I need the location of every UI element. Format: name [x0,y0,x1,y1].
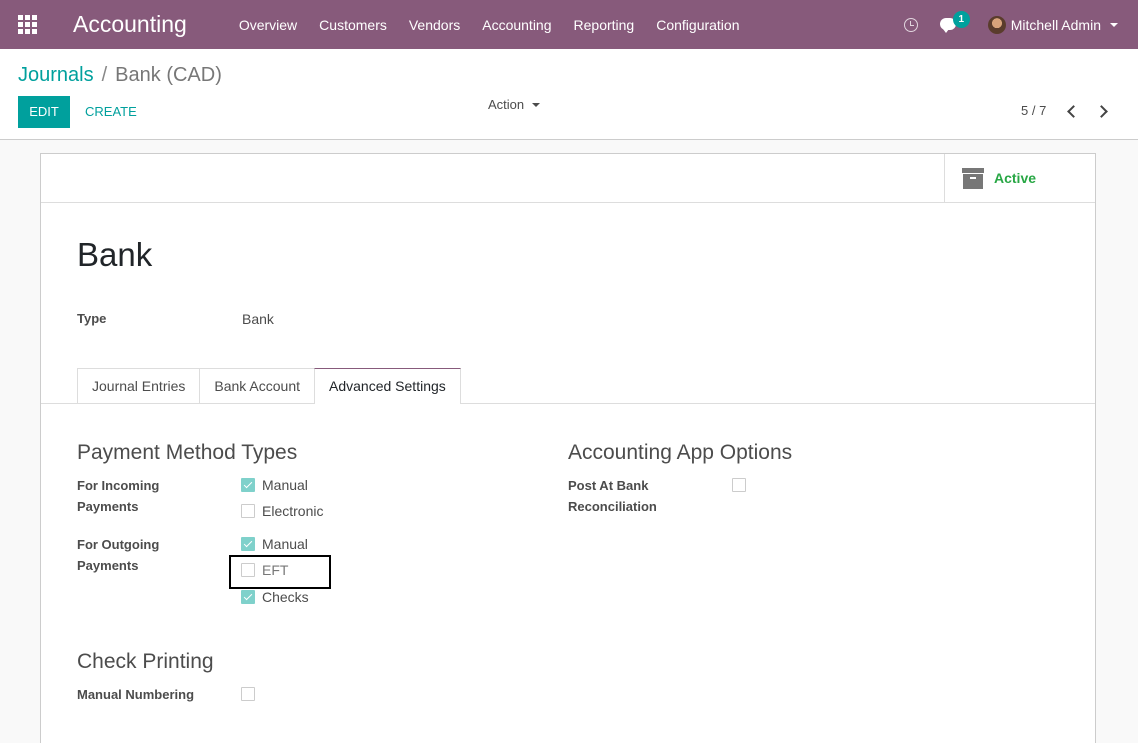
checkbox-unchecked-icon [241,687,255,701]
incoming-payments-label: For Incoming Payments [77,478,160,514]
incoming-electronic-checkbox[interactable]: Electronic [241,501,323,521]
menu-item-configuration[interactable]: Configuration [656,17,739,33]
manual-numbering-checkbox[interactable] [241,684,255,704]
type-label: Type [77,311,107,326]
checkbox-checked-icon [241,590,255,604]
incoming-manual-checkbox[interactable]: Manual [241,475,308,495]
navbar-right: 1 Mitchell Admin [903,0,1138,49]
tab-divider [41,403,1095,404]
form-sheet: Active Bank Type Bank Journal Entries Ba… [40,153,1096,743]
checkbox-label: Manual [262,536,308,552]
top-navbar: Accounting Overview Customers Vendors Ac… [0,0,1138,49]
checkbox-unchecked-icon [241,504,255,518]
menu-item-overview[interactable]: Overview [239,17,297,33]
breadcrumb-current: Bank (CAD) [115,64,222,86]
post-at-bank-label: Post At Bank Reconciliation [568,478,657,514]
menu-item-vendors[interactable]: Vendors [409,17,460,33]
checkbox-label: Electronic [262,503,324,519]
menu-item-accounting[interactable]: Accounting [482,17,551,33]
check-printing-title: Check Printing [77,650,214,673]
action-label: Action [488,97,525,112]
post-at-bank-checkbox[interactable] [732,475,746,495]
main-menu: Overview Customers Vendors Accounting Re… [239,17,762,33]
breadcrumb-journals[interactable]: Journals [18,64,94,87]
apps-grid-icon[interactable] [18,14,38,35]
archive-icon [962,167,984,189]
pager-previous-button[interactable] [1066,105,1080,118]
pager-value[interactable]: 5 / 7 [1021,103,1046,118]
active-status-label: Active [994,170,1037,186]
checkbox-unchecked-icon [732,478,746,492]
manual-numbering-label: Manual Numbering [77,687,195,702]
edit-button[interactable]: EDIT [18,96,70,128]
checkbox-label: Checks [262,589,309,605]
outgoing-checks-checkbox[interactable]: Checks [241,587,309,607]
action-caret-icon [532,102,541,107]
breadcrumb-separator: / [101,64,108,86]
app-title[interactable]: Accounting [73,11,187,38]
type-value: Bank [242,311,274,327]
outgoing-manual-checkbox[interactable]: Manual [241,534,308,554]
tab-journal-entries[interactable]: Journal Entries [77,368,201,403]
menu-item-reporting[interactable]: Reporting [574,17,635,33]
breadcrumb: Journals / Bank (CAD) [18,64,222,87]
checkbox-checked-icon [241,537,255,551]
user-menu-caret-icon[interactable] [1110,22,1118,27]
user-menu-name[interactable]: Mitchell Admin [1011,17,1101,33]
menu-item-customers[interactable]: Customers [319,17,387,33]
journal-name: Bank [77,236,153,273]
outgoing-payments-label: For Outgoing Payments [77,537,160,573]
notebook-tabs: Journal Entries Bank Account Advanced Se… [77,368,461,404]
messaging-button[interactable]: 1 [939,10,970,33]
pager-next-button[interactable] [1095,105,1108,118]
create-button[interactable]: CREATE [85,96,137,128]
user-avatar[interactable] [987,15,1006,34]
active-toggle-button[interactable]: Active [944,154,1095,202]
eft-highlight-box [229,555,331,589]
checkbox-checked-icon [241,478,255,492]
checkbox-label: Manual [262,477,308,493]
chevron-left-icon [1067,105,1080,118]
payment-method-types-title: Payment Method Types [77,441,298,464]
button-box: Active [41,154,1095,203]
tab-advanced-settings[interactable]: Advanced Settings [314,368,461,404]
activity-clock-icon[interactable] [903,17,918,32]
chevron-right-icon [1095,105,1108,118]
accounting-app-options-title: Accounting App Options [568,441,793,464]
action-dropdown[interactable]: Action [488,97,541,112]
tab-bank-account[interactable]: Bank Account [199,368,316,403]
chat-count-badge: 1 [952,10,970,28]
control-panel: Journals / Bank (CAD) EDIT CREATE Action… [0,49,1138,140]
